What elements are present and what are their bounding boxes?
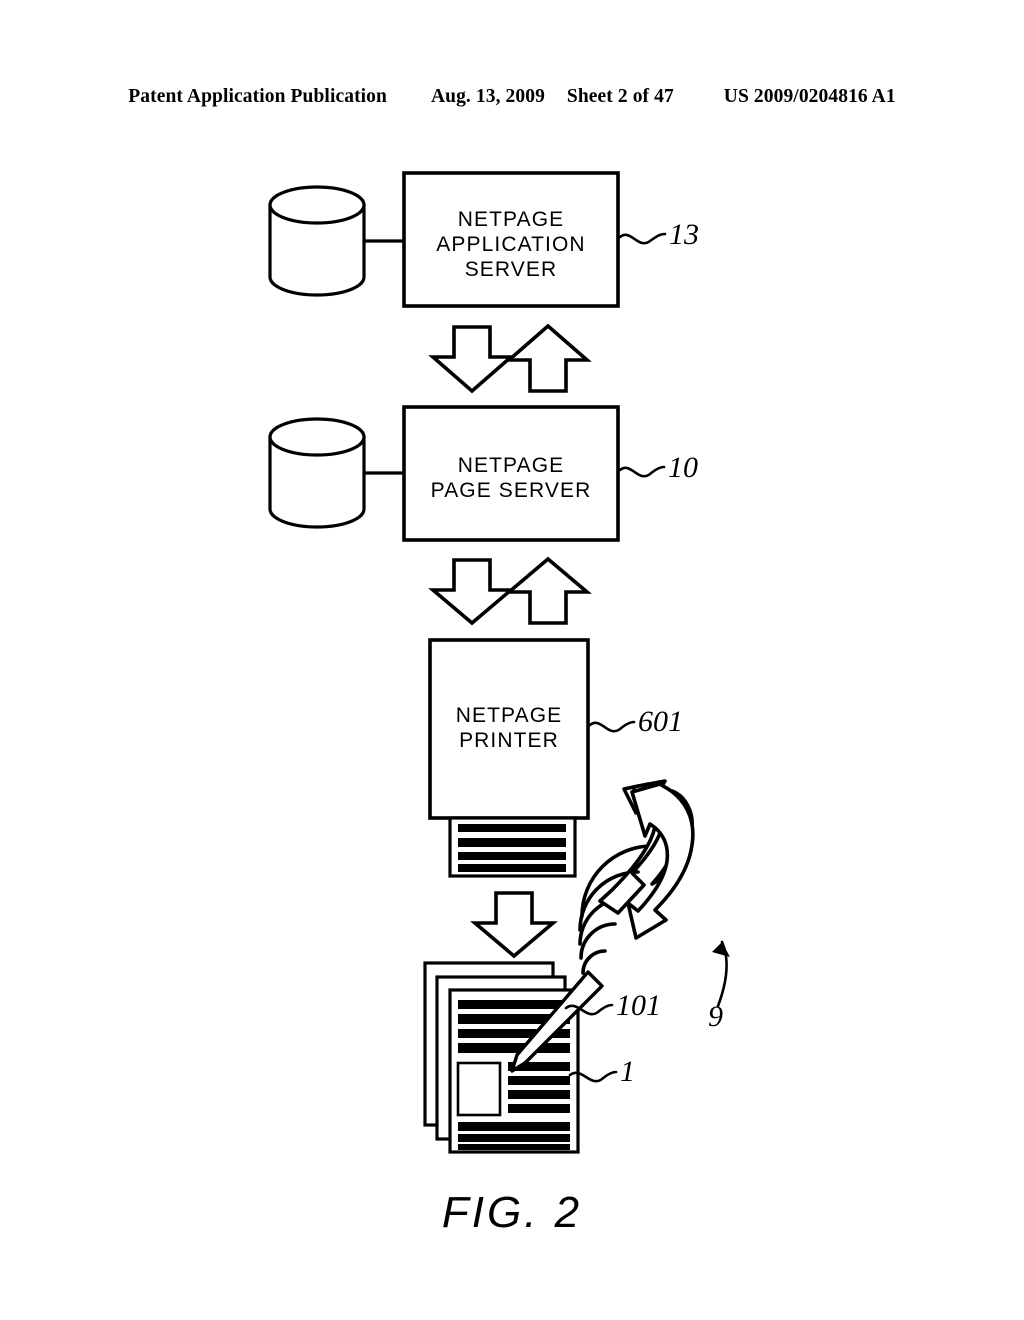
reference-numeral-1: 1	[620, 1055, 635, 1088]
database-cylinder-icon-page-server	[268, 417, 366, 529]
reference-numeral-10: 10	[668, 451, 698, 484]
block-arrow-up-icon-1	[504, 323, 592, 393]
figure-2-drawing	[0, 0, 1024, 1320]
leader-arrow-icon-ref-9	[712, 940, 730, 1008]
reference-numeral-13: 13	[669, 218, 699, 251]
printed-output-sheet-icon	[448, 816, 577, 878]
block-arrow-down-icon-1	[428, 325, 516, 394]
reference-numeral-101: 101	[616, 989, 661, 1022]
reference-numeral-9: 9	[708, 1000, 723, 1033]
figure-caption: FIG. 2	[441, 1188, 583, 1237]
block-arrow-down-icon-2	[428, 558, 516, 626]
netpage-printer-label: NETPAGE PRINTER	[455, 704, 563, 752]
leader-line-ref-13	[618, 232, 667, 245]
netpage-page-server-label: NETPAGE PAGE SERVER	[430, 454, 592, 502]
block-arrow-down-icon-3	[470, 891, 558, 959]
leader-line-ref-601	[588, 720, 636, 733]
leader-line-ref-10	[618, 465, 666, 478]
netpage-application-server-label: NETPAGE APPLICATION SERVER	[436, 208, 586, 281]
reference-numeral-601: 601	[638, 705, 683, 738]
database-cylinder-icon-application-server	[268, 185, 366, 297]
block-arrow-up-icon-2	[504, 556, 592, 625]
